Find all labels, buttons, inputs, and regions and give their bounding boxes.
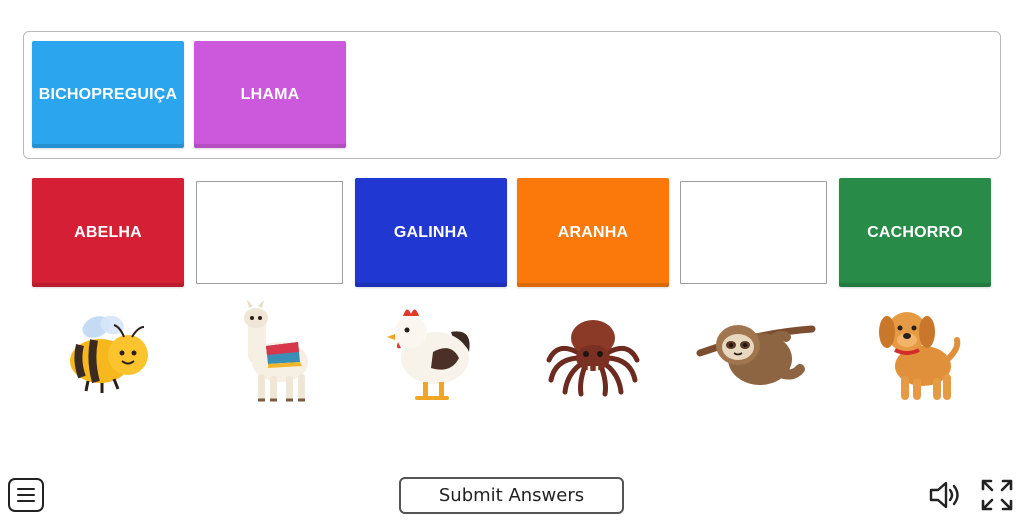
answer-slot-3[interactable]: GALINHA	[355, 178, 507, 287]
word-tile-abelha[interactable]: ABELHA	[32, 178, 184, 287]
word-tile-cachorro[interactable]: CACHORRO	[839, 178, 991, 287]
answer-slot-5[interactable]	[680, 181, 827, 284]
word-tile-galinha[interactable]: GALINHA	[355, 178, 507, 287]
fullscreen-icon[interactable]	[979, 477, 1015, 513]
llama-image	[196, 298, 348, 410]
sloth-image	[680, 298, 832, 410]
spider-image	[517, 298, 669, 410]
word-bank: BICHOPREGUIÇA LHAMA	[23, 31, 1001, 159]
word-tile-aranha[interactable]: ARANHA	[517, 178, 669, 287]
answer-slot-1[interactable]: ABELHA	[32, 178, 184, 287]
activity-stage: BICHOPREGUIÇA LHAMA ABELHA GALINHA ARANH…	[0, 0, 1024, 522]
chicken-image	[355, 298, 507, 410]
answer-slot-4[interactable]: ARANHA	[517, 178, 669, 287]
dog-image	[839, 298, 991, 410]
answer-slot-2[interactable]	[196, 181, 343, 284]
speaker-icon[interactable]	[927, 479, 963, 511]
hamburger-menu-icon[interactable]	[8, 478, 44, 512]
word-tile-lhama[interactable]: LHAMA	[194, 41, 346, 148]
answer-slot-6[interactable]: CACHORRO	[839, 178, 991, 287]
bee-image	[32, 298, 184, 410]
submit-answers-button[interactable]: Submit Answers	[399, 477, 624, 514]
word-tile-bichopreguica[interactable]: BICHOPREGUIÇA	[32, 41, 184, 148]
